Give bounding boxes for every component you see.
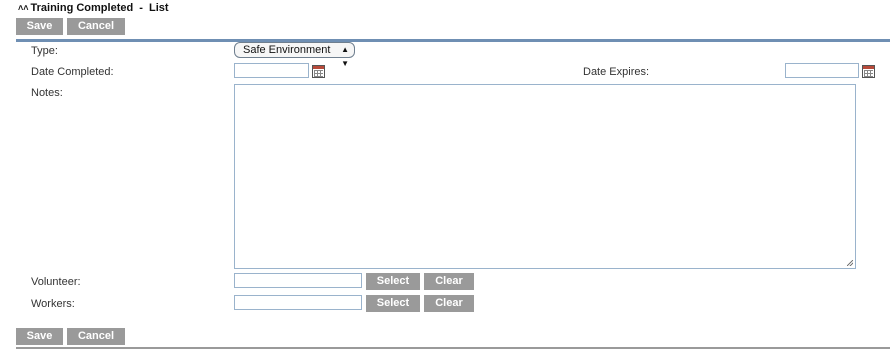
workers-input[interactable] [234, 295, 362, 310]
notes-label: Notes: [31, 87, 63, 99]
date-completed-input[interactable] [234, 63, 309, 78]
notes-textarea[interactable] [234, 84, 856, 269]
type-label: Type: [31, 45, 58, 57]
workers-select-button[interactable]: Select [366, 295, 420, 312]
save-button-top[interactable]: Save [16, 18, 63, 35]
select-arrows-icon: ▲ ▼ [341, 45, 349, 68]
page-title-text: Training Completed [30, 2, 134, 14]
page-title: ˄˄ Training Completed - List [18, 2, 169, 14]
cancel-button-top[interactable]: Cancel [67, 18, 125, 35]
date-expires-label: Date Expires: [583, 66, 650, 78]
title-separator: - [139, 2, 143, 14]
calendar-icon[interactable] [862, 65, 875, 78]
form-bottom-rule [16, 347, 890, 349]
date-expires-input[interactable] [785, 63, 859, 78]
workers-clear-button[interactable]: Clear [424, 295, 474, 312]
double-chevron-up-icon[interactable]: ˄˄ [18, 3, 29, 13]
cancel-button-bottom[interactable]: Cancel [67, 328, 125, 345]
workers-label: Workers: [31, 298, 75, 310]
volunteer-label: Volunteer: [31, 276, 81, 288]
save-button-bottom[interactable]: Save [16, 328, 63, 345]
volunteer-input[interactable] [234, 273, 362, 288]
resize-grip-icon[interactable] [847, 260, 853, 266]
volunteer-clear-button[interactable]: Clear [424, 273, 474, 290]
form-top-rule [16, 39, 890, 42]
list-link[interactable]: List [149, 2, 169, 14]
volunteer-select-button[interactable]: Select [366, 273, 420, 290]
type-select[interactable]: Safe Environment ▲ ▼ [234, 42, 355, 68]
date-completed-label: Date Completed: [31, 66, 114, 78]
type-select-value: Safe Environment [243, 44, 331, 56]
calendar-icon[interactable] [312, 65, 325, 78]
